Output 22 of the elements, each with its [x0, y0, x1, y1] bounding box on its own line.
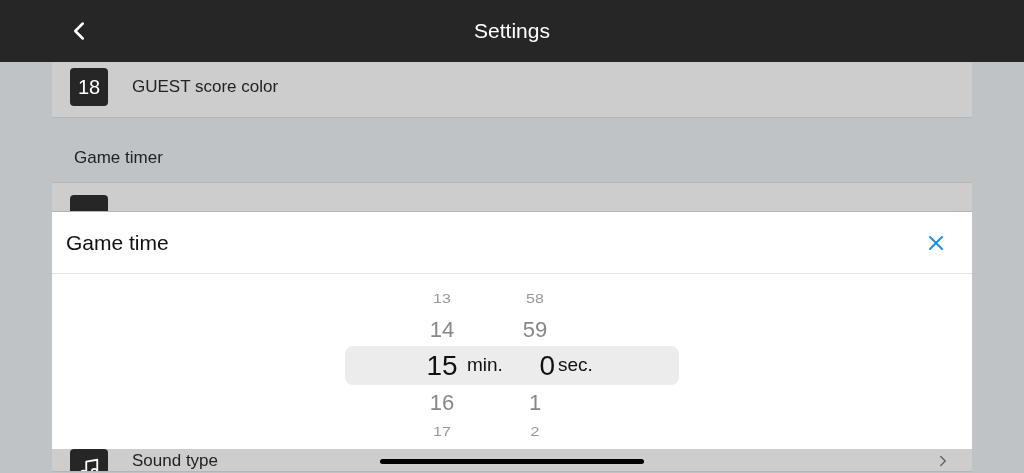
- second-value[interactable]: 2: [515, 423, 555, 441]
- minute-value[interactable]: 17: [417, 423, 467, 441]
- second-value[interactable]: 0: [515, 344, 555, 387]
- row-label: Sound type: [132, 451, 218, 471]
- minute-value[interactable]: 13: [417, 290, 467, 308]
- dialog-title: Game time: [66, 229, 169, 256]
- minute-value[interactable]: 14: [417, 312, 467, 346]
- second-value[interactable]: 1: [515, 385, 555, 419]
- second-value[interactable]: 59: [515, 312, 555, 346]
- minute-value[interactable]: 16: [417, 385, 467, 419]
- settings-row[interactable]: 18 GUEST score color: [52, 62, 972, 118]
- minute-value[interactable]: 15: [417, 344, 467, 387]
- minutes-unit: min.: [467, 353, 503, 378]
- settings-row[interactable]: Sound type: [52, 449, 972, 472]
- page-title: Settings: [474, 18, 550, 45]
- section-header: Game timer: [74, 146, 163, 169]
- second-value[interactable]: 58: [515, 290, 555, 308]
- settings-row[interactable]: [52, 183, 972, 212]
- number-badge: 18: [70, 68, 108, 106]
- time-picker[interactable]: 13 58 14 59 15 min. 0 sec. 16 1 17 2: [52, 274, 972, 449]
- row-label: GUEST score color: [132, 77, 279, 97]
- seconds-unit: sec.: [558, 353, 593, 378]
